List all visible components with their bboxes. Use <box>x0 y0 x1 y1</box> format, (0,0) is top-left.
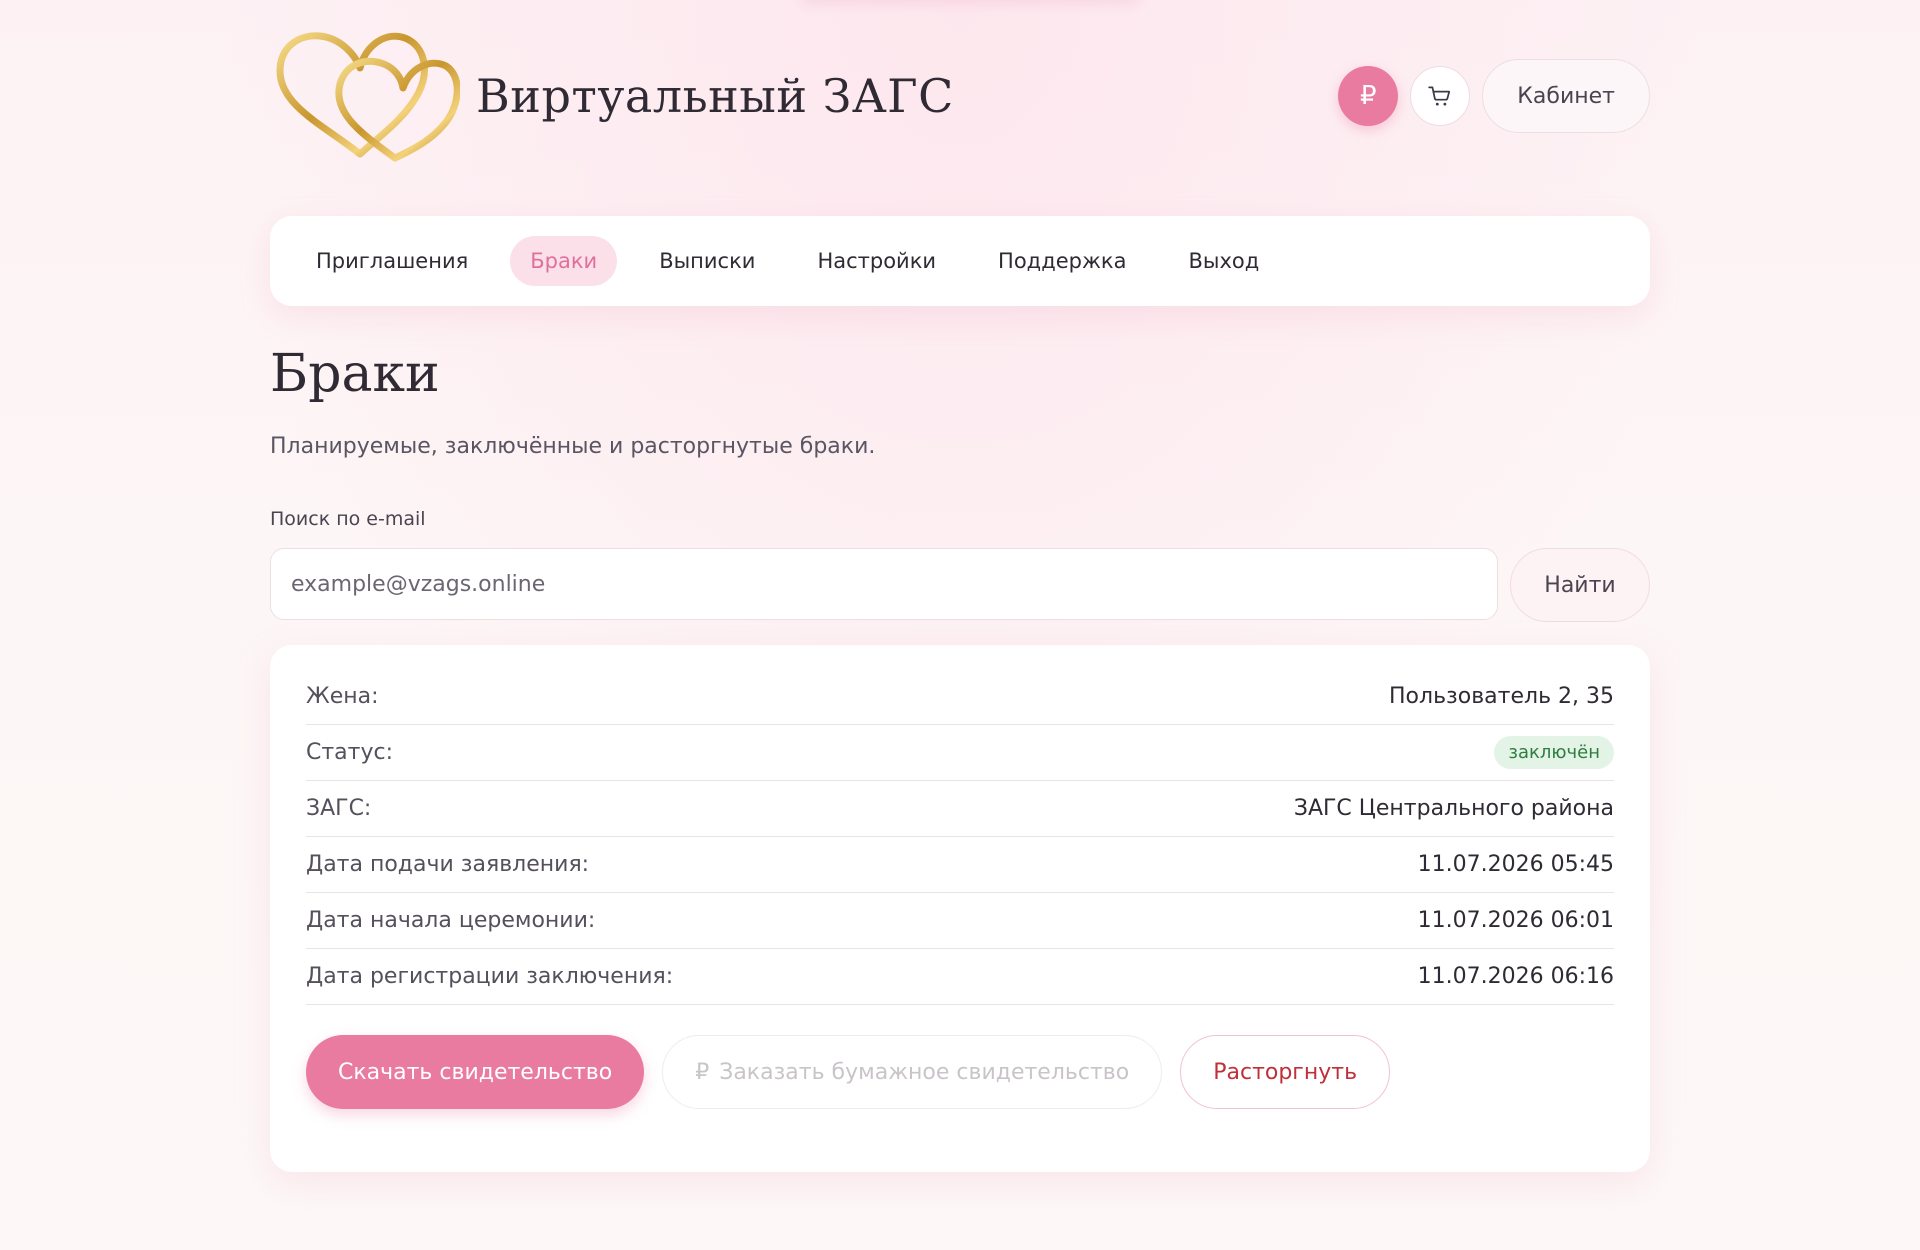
nav-item-support[interactable]: Поддержка <box>978 236 1146 286</box>
info-row-registration-date: Дата регистрации заключения: 11.07.2026 … <box>306 949 1614 1005</box>
nav-item-invitations[interactable]: Приглашения <box>296 236 488 286</box>
order-paper-certificate-button[interactable]: ₽ Заказать бумажное свидетельство <box>662 1035 1163 1109</box>
nav-item-statements[interactable]: Выписки <box>639 236 775 286</box>
balance-button[interactable]: ₽ <box>1338 66 1399 126</box>
page-title: Браки <box>270 344 440 404</box>
search-button[interactable]: Найти <box>1510 548 1650 622</box>
search-row: Найти <box>270 548 1650 622</box>
ceremony-date-label: Дата начала церемонии: <box>306 908 596 933</box>
ceremony-date-value: 11.07.2026 06:01 <box>1417 908 1614 933</box>
status-badge: заключён <box>1494 736 1614 769</box>
app-title: Виртуальный ЗАГС <box>476 69 954 123</box>
application-date-label: Дата подачи заявления: <box>306 852 590 877</box>
marriage-card: Жена: Пользователь 2, 35 Статус: заключё… <box>270 645 1650 1172</box>
status-label: Статус: <box>306 740 394 765</box>
info-row-ceremony-date: Дата начала церемонии: 11.07.2026 06:01 <box>306 893 1614 949</box>
cabinet-button[interactable]: Кабинет <box>1482 59 1650 133</box>
info-row-registry: ЗАГС: ЗАГС Центрального района <box>306 781 1614 837</box>
header-actions: ₽ Кабинет <box>1338 59 1650 133</box>
info-row-wife: Жена: Пользователь 2, 35 <box>306 669 1614 725</box>
application-date-value: 11.07.2026 05:45 <box>1417 852 1614 877</box>
top-decoration <box>800 0 1140 4</box>
ruble-icon: ₽ <box>695 1059 710 1085</box>
cart-icon <box>1428 86 1451 106</box>
download-certificate-button[interactable]: Скачать свидетельство <box>306 1035 645 1109</box>
wife-value: Пользователь 2, 35 <box>1389 684 1614 709</box>
info-row-status: Статус: заключён <box>306 725 1614 781</box>
golden-hearts-logo-icon <box>276 32 460 162</box>
email-search-input[interactable] <box>270 548 1498 620</box>
nav-item-settings[interactable]: Настройки <box>797 236 956 286</box>
ruble-icon: ₽ <box>1360 81 1377 111</box>
order-paper-certificate-label: Заказать бумажное свидетельство <box>719 1059 1130 1085</box>
nav-item-marriages[interactable]: Браки <box>510 236 618 286</box>
registration-date-value: 11.07.2026 06:16 <box>1417 964 1614 989</box>
card-actions: Скачать свидетельство ₽ Заказать бумажно… <box>306 1035 1614 1109</box>
nav-item-logout[interactable]: Выход <box>1168 236 1279 286</box>
cart-button[interactable] <box>1410 66 1471 126</box>
page-subtitle: Планируемые, заключённые и расторгнутые … <box>270 434 876 459</box>
registration-date-label: Дата регистрации заключения: <box>306 964 674 989</box>
header: Виртуальный ЗАГС ₽ Кабинет <box>270 24 1650 168</box>
registry-value: ЗАГС Центрального района <box>1293 796 1614 821</box>
main-nav: Приглашения Браки Выписки Настройки Подд… <box>270 216 1650 306</box>
brand[interactable]: Виртуальный ЗАГС <box>270 26 954 166</box>
registry-label: ЗАГС: <box>306 796 372 821</box>
search-label: Поиск по e-mail <box>270 508 426 530</box>
info-row-application-date: Дата подачи заявления: 11.07.2026 05:45 <box>306 837 1614 893</box>
dissolve-button[interactable]: Расторгнуть <box>1180 1035 1391 1109</box>
wife-label: Жена: <box>306 684 379 709</box>
